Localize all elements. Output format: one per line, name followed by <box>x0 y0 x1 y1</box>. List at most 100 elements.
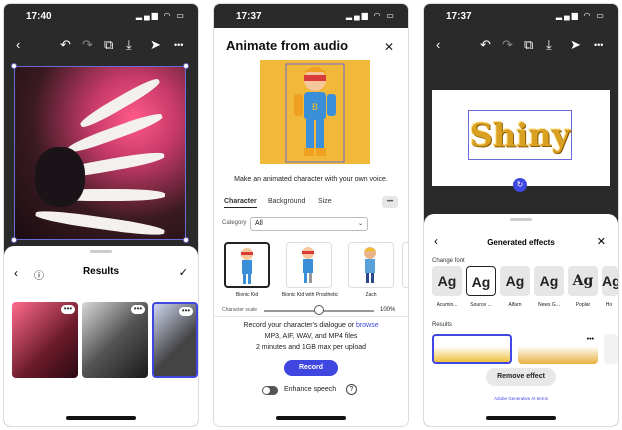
svg-text:B: B <box>312 103 318 113</box>
change-font-label: Change font <box>432 258 465 264</box>
back-icon[interactable]: ‹ <box>16 37 20 52</box>
download-icon[interactable]: ⤓ <box>126 37 132 53</box>
zebra-image <box>15 67 185 239</box>
font-option-acumin[interactable]: Ag <box>432 266 462 296</box>
font-name: Poplar <box>575 302 591 308</box>
resize-handle[interactable] <box>183 237 189 243</box>
resize-handle[interactable] <box>11 237 17 243</box>
browse-link[interactable]: browse <box>356 322 379 329</box>
font-name: Source ... <box>470 302 492 308</box>
download-icon[interactable]: ⤓ <box>546 37 552 53</box>
sheet-grabber[interactable] <box>510 218 532 221</box>
category-select[interactable]: All ⌄ <box>250 217 368 231</box>
more-icon[interactable]: ••• <box>594 40 603 50</box>
more-icon[interactable]: ••• <box>174 40 183 50</box>
scale-slider-knob[interactable] <box>314 305 324 315</box>
effect-result-3[interactable] <box>604 334 618 364</box>
tab-character[interactable]: Character <box>224 198 257 208</box>
more-icon[interactable]: ••• <box>587 336 594 343</box>
phone-screen-generated-effects: 17:37 ▂▄▆ ◠ ▭ ‹ ↶ ↷ ⧉ ⤓ ➤ ••• Shiny ↻ ‹ … <box>424 4 618 426</box>
help-icon[interactable]: ? <box>346 384 357 395</box>
record-limits: 2 minutes and 1GB max per upload <box>255 344 367 351</box>
home-indicator <box>486 416 556 420</box>
rotate-icon[interactable]: ↻ <box>513 178 527 192</box>
resize-handle[interactable] <box>11 63 17 69</box>
character-name: Zach <box>365 292 377 298</box>
redo-icon[interactable]: ↷ <box>502 37 513 53</box>
divider <box>214 316 408 317</box>
copy-icon[interactable]: ⧉ <box>524 37 533 53</box>
result-thumbnail-1[interactable]: ••• <box>12 302 78 378</box>
zebra-image-canvas[interactable] <box>11 63 189 243</box>
back-icon[interactable]: ‹ <box>436 37 440 52</box>
character-card-zach[interactable] <box>348 242 394 288</box>
more-icon[interactable]: ••• <box>61 305 75 314</box>
font-name: Ho <box>605 302 613 308</box>
font-option-poplar[interactable]: Ag <box>568 266 598 296</box>
scale-label: Character scale <box>222 307 258 313</box>
results-title: Results <box>82 266 120 277</box>
scale-value: 100% <box>380 307 396 313</box>
character-name: Bionic Kid with Prosthetic <box>281 292 339 298</box>
close-icon[interactable]: ✕ <box>384 40 394 54</box>
home-indicator <box>66 416 136 420</box>
font-name: News G... <box>538 302 560 308</box>
sheet-grabber[interactable] <box>90 250 112 253</box>
character-card-bionic-kid-prosthetic[interactable] <box>286 242 332 288</box>
tab-bar: Character Background Size ••• <box>222 196 402 212</box>
font-option-source[interactable]: Ag <box>466 266 496 296</box>
dialog-description: Make an animated character with your own… <box>234 176 388 183</box>
generative-ai-terms-link[interactable]: Adobe Generative AI terms <box>424 396 618 401</box>
confirm-icon[interactable]: ✓ <box>179 266 188 279</box>
more-icon[interactable]: ••• <box>131 305 145 314</box>
share-icon[interactable]: ➤ <box>150 37 161 53</box>
home-indicator <box>276 416 346 420</box>
tab-background[interactable]: Background <box>268 198 305 205</box>
effect-result-1[interactable] <box>432 334 512 364</box>
record-button[interactable]: Record <box>284 360 338 376</box>
effect-result-2[interactable]: ••• <box>518 334 598 364</box>
category-label: Category <box>222 220 247 226</box>
character-name: Bionic Kid <box>235 292 259 298</box>
redo-icon[interactable]: ↷ <box>82 37 93 53</box>
dialog-title: Animate from audio <box>226 38 349 53</box>
shiny-text-layer[interactable]: Shiny <box>468 110 572 160</box>
phone-screen-results: 17:40 ▂▄▆ ◠ ▭ ‹ ↶ ↷ ⧉ ⤓ ➤ ••• ‹ ⓘ Result… <box>4 4 198 426</box>
remove-effect-button[interactable]: Remove effect <box>486 368 556 386</box>
status-bar: 17:37 ▂▄▆ ◠ ▭ <box>214 4 408 28</box>
result-thumbnail-3[interactable]: ••• <box>152 302 198 378</box>
phone-screen-animate-from-audio: 17:37 ▂▄▆ ◠ ▭ Animate from audio ✕ B Mak… <box>214 4 408 426</box>
editor-toolbar: ‹ ↶ ↷ ⧉ ⤓ ➤ ••• <box>424 28 618 64</box>
resize-handle[interactable] <box>183 63 189 69</box>
chevron-down-icon: ⌄ <box>357 221 363 227</box>
tab-size[interactable]: Size <box>318 198 332 205</box>
character-card-partial[interactable] <box>402 242 408 288</box>
undo-icon[interactable]: ↶ <box>60 37 71 53</box>
undo-icon[interactable]: ↶ <box>480 37 491 53</box>
font-option-ho[interactable]: Ag <box>602 266 618 296</box>
editor-toolbar: ‹ ↶ ↷ ⧉ ⤓ ➤ ••• <box>4 28 198 64</box>
record-formats: MP3, AIF, WAV, and MP4 files <box>264 333 358 340</box>
status-time: 17:40 <box>26 11 52 22</box>
more-icon[interactable]: ••• <box>382 196 398 208</box>
status-time: 17:37 <box>236 11 262 22</box>
sheet-title: Generated effects <box>487 238 555 247</box>
generated-effects-sheet: ‹ Generated effects ✕ Change font Result… <box>424 214 618 426</box>
share-icon[interactable]: ➤ <box>570 37 581 53</box>
character-preview: B <box>260 60 370 164</box>
category-value: All <box>255 220 263 227</box>
font-option-news-gothic[interactable]: Ag <box>534 266 564 296</box>
status-icons: ▂▄▆ ◠ ▭ <box>555 11 606 20</box>
character-card-bionic-kid[interactable] <box>224 242 270 288</box>
status-icons: ▂▄▆ ◠ ▭ <box>345 11 396 20</box>
close-icon[interactable]: ✕ <box>597 235 606 248</box>
enhance-speech-toggle[interactable] <box>262 386 278 395</box>
status-bar: 17:37 ▂▄▆ ◠ ▭ <box>424 4 618 28</box>
font-option-alfarn[interactable]: Ag <box>500 266 530 296</box>
record-instruction: Record your character's dialogue or brow… <box>214 322 408 329</box>
copy-icon[interactable]: ⧉ <box>104 37 113 53</box>
font-name: Alfarn <box>508 302 522 308</box>
more-icon[interactable]: ••• <box>179 307 193 316</box>
status-icons: ▂▄▆ ◠ ▭ <box>135 11 186 20</box>
result-thumbnail-2[interactable]: ••• <box>82 302 148 378</box>
